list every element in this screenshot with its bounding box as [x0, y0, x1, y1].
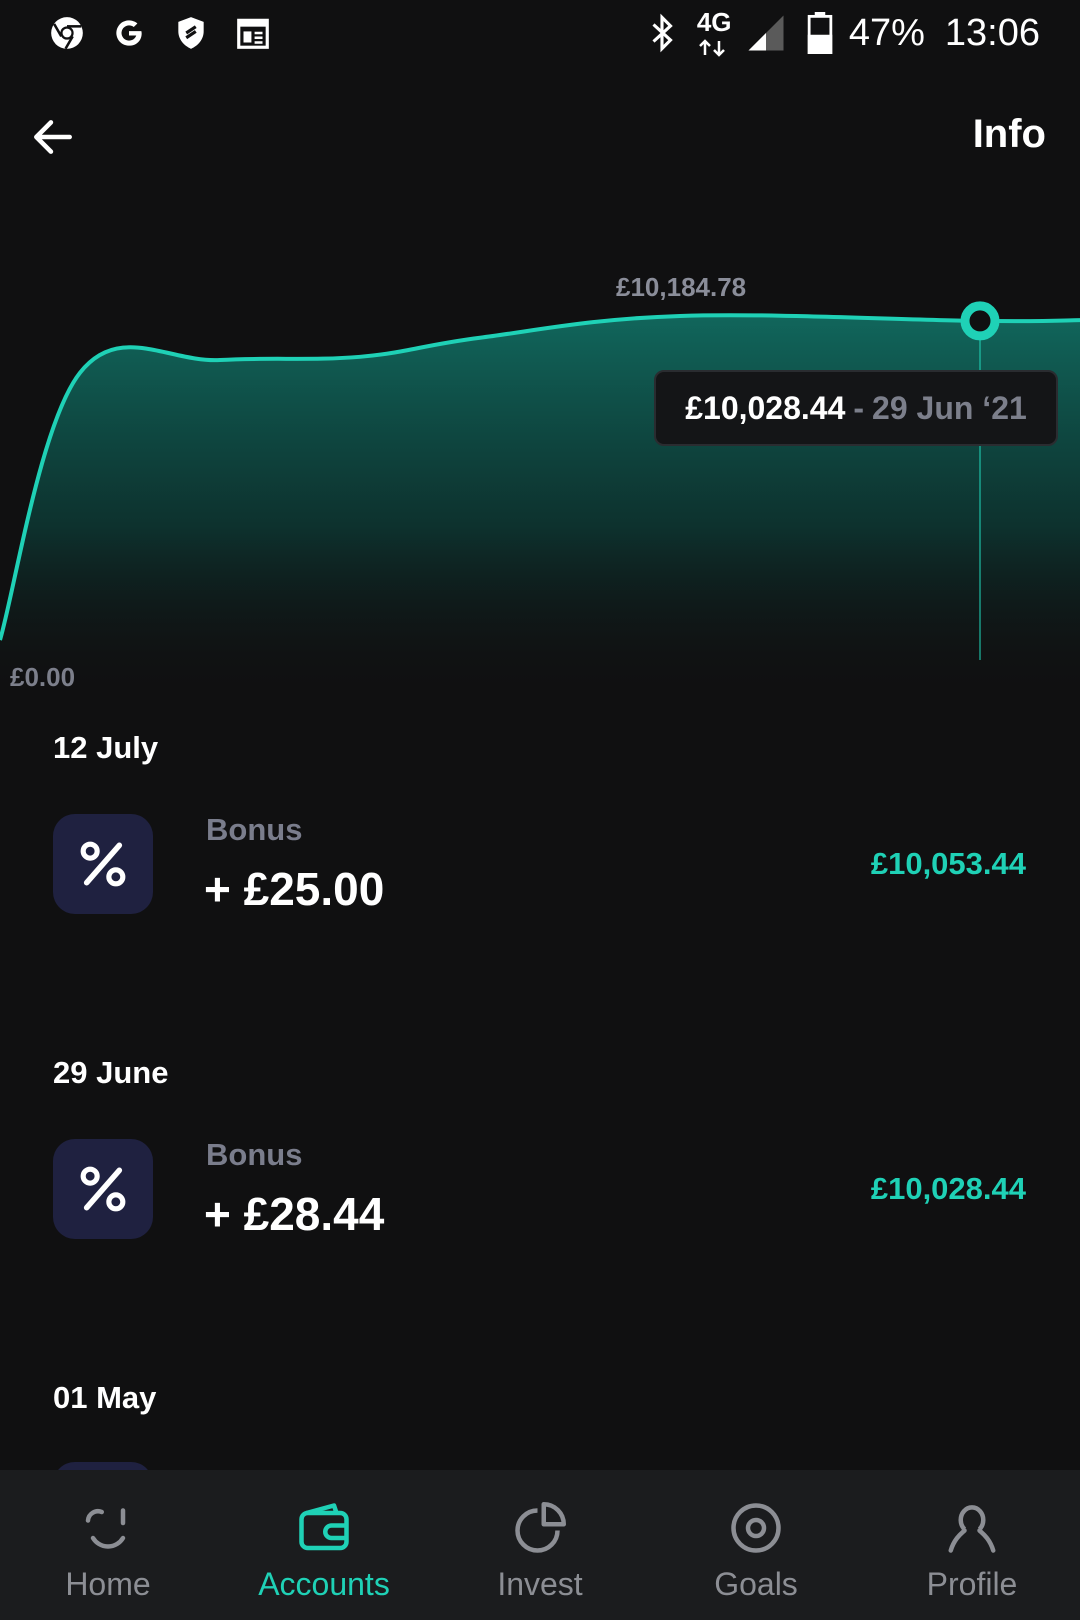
chart-selected-point[interactable] [960, 301, 1000, 341]
nav-label: Invest [497, 1566, 583, 1602]
tooltip-value: £10,028.44 [685, 389, 846, 426]
bluetooth-icon [652, 13, 673, 53]
chart-tooltip: £10,028.44 - 29 Jun ‘21 [654, 370, 1058, 446]
battery-icon [807, 12, 833, 54]
nav-goals[interactable]: Goals [648, 1470, 864, 1620]
chrome-icon [51, 17, 83, 50]
user-icon [948, 1505, 996, 1553]
tooltip-date: 29 Jun ‘21 [872, 389, 1027, 426]
chart-peak-label: £10,184.78 [616, 272, 747, 302]
nav-label: Profile [926, 1566, 1018, 1602]
transaction-row[interactable] [53, 814, 153, 914]
status-bar: 4G 47% 13:06 [0, 0, 1080, 70]
percent-icon [80, 841, 126, 887]
transaction-balance: £10,053.44 [870, 846, 1026, 881]
nav-invest[interactable]: Invest [432, 1470, 648, 1620]
google-icon [116, 20, 142, 46]
nav-label: Goals [714, 1566, 798, 1602]
network-indicator: 4G [697, 7, 741, 57]
nav-home[interactable]: Home [0, 1470, 216, 1620]
balance-chart[interactable] [0, 250, 1080, 700]
network-type: 4G [696, 7, 732, 37]
transaction-amount: + £28.44 [204, 1188, 385, 1240]
bottom-nav: Home Accounts Invest Goals Profile [0, 1470, 1080, 1620]
home-smile-icon [85, 1508, 126, 1549]
date-header: 01 May [53, 1380, 157, 1415]
transaction-balance: £10,028.44 [870, 1171, 1026, 1206]
date-header: 29 June [53, 1055, 169, 1090]
arrow-left-icon[interactable] [28, 112, 78, 162]
nav-profile[interactable]: Profile [864, 1470, 1080, 1620]
pie-chart-icon [515, 1502, 566, 1553]
data-arrows-icon [698, 39, 725, 57]
transaction-type: Bonus [206, 812, 303, 847]
nav-accounts[interactable]: Accounts [216, 1470, 432, 1620]
wallet-icon [299, 1503, 349, 1551]
chart-min-label: £0.00 [10, 662, 76, 692]
date-header: 12 July [53, 730, 159, 765]
tooltip-separator: - [853, 389, 865, 426]
target-icon [731, 1503, 781, 1553]
info-link[interactable]: Info [973, 112, 1046, 157]
clock: 13:06 [944, 11, 1040, 54]
transaction-row[interactable] [53, 1139, 153, 1239]
nav-label: Accounts [258, 1566, 390, 1602]
transaction-amount: + £25.00 [204, 863, 385, 915]
calendar-icon [237, 18, 269, 49]
nav-label: Home [65, 1566, 151, 1602]
transaction-type: Bonus [206, 1137, 303, 1172]
signal-icon [748, 15, 784, 51]
battery-percentage: 47% [848, 11, 925, 54]
shield-icon [178, 17, 204, 49]
percent-icon [80, 1166, 126, 1212]
screen: 4G 47% 13:06 Info £10,184.78 £0.00 £10,0… [0, 0, 1080, 1620]
